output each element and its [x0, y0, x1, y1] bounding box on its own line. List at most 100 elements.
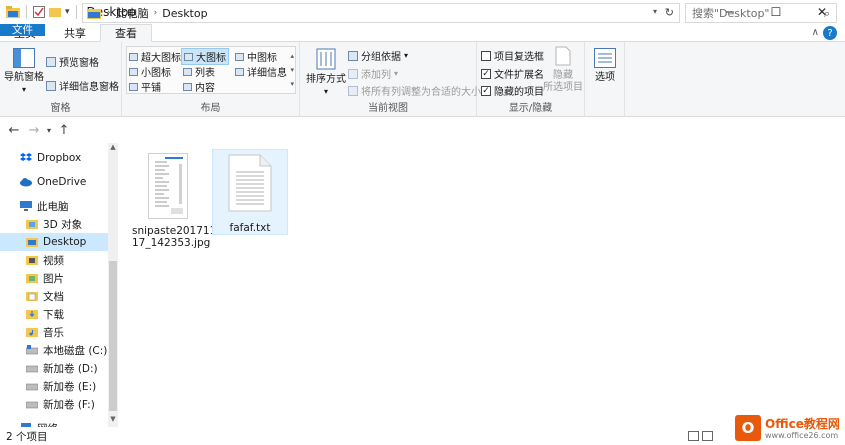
drive-icon — [26, 383, 38, 391]
layout-list[interactable]: 列表 — [183, 64, 215, 79]
layout-small-icons[interactable]: 小图标 — [129, 64, 171, 79]
computer-icon — [20, 201, 32, 211]
layout-label: 超大图标 — [141, 53, 181, 64]
nav-item-drive-e[interactable]: 新加卷 (E:) — [0, 377, 108, 395]
layout-details[interactable]: 详细信息 — [235, 64, 287, 79]
tab-file[interactable]: 文件 — [0, 24, 45, 36]
ribbon-collapse-chevron-icon[interactable]: ∧ — [812, 27, 819, 38]
ribbon-tabs: 文件 主页 共享 查看 ∧ ? — [0, 24, 845, 42]
downloads-folder-icon — [26, 310, 38, 319]
layout-large-icons[interactable]: 大图标 — [181, 48, 229, 65]
search-box[interactable]: 搜索"Desktop" ⌕ — [685, 3, 837, 23]
nav-label: Dropbox — [37, 152, 82, 164]
add-column-button[interactable]: 添加列 ▾ — [348, 66, 398, 81]
sort-by-button[interactable]: 排序方式 ▾ — [304, 48, 348, 98]
search-input[interactable]: 搜索"Desktop" — [692, 5, 769, 21]
breadcrumb-desktop[interactable]: Desktop — [162, 7, 207, 20]
nav-item-drive-d[interactable]: 新加卷 (D:) — [0, 359, 108, 377]
hidden-items-toggle[interactable]: ✓ 隐藏的项目 — [481, 83, 544, 98]
image-thumbnail-icon — [149, 154, 187, 218]
layout-extra-large-icons[interactable]: 超大图标 — [129, 49, 181, 64]
scroll-up-arrow-icon[interactable]: ▲ — [108, 143, 118, 155]
hide-selected-button[interactable]: 隐藏 所选项目 — [543, 46, 583, 94]
item-checkboxes-toggle[interactable]: 项目复选框 — [481, 48, 544, 63]
nav-item-videos[interactable]: 视频 — [0, 251, 108, 269]
group-by-icon — [348, 50, 358, 61]
forward-arrow-icon[interactable]: → — [24, 123, 44, 138]
cloud-icon — [20, 178, 32, 187]
drive-icon — [26, 401, 38, 409]
nav-label: 文档 — [43, 290, 64, 303]
chevron-down-icon: ▾ — [394, 69, 399, 78]
file-item-snipaste[interactable]: snipaste201711 17_142353.jpg — [132, 149, 216, 253]
nav-pane-button[interactable]: 导航窗格 ▾ — [4, 48, 44, 96]
scroll-down-arrow-icon[interactable]: ▼ — [108, 415, 118, 427]
options-button[interactable]: 选项 — [589, 48, 621, 84]
this-pc-icon — [87, 9, 101, 19]
group-by-button[interactable]: 分组依据 ▾ — [348, 48, 408, 63]
search-icon[interactable]: ⌕ — [824, 7, 830, 21]
details-pane-button[interactable]: 详细信息窗格 — [46, 78, 119, 93]
nav-item-drive-c[interactable]: 本地磁盘 (C:) — [0, 341, 108, 359]
documents-folder-icon — [26, 292, 38, 301]
address-dropdown-chevron-icon[interactable]: ▾ — [653, 7, 657, 16]
video-folder-icon — [26, 256, 38, 265]
group-by-label: 分组依据 — [361, 52, 401, 63]
nav-item-drive-f[interactable]: 新加卷 (F:) — [0, 395, 108, 413]
nav-label: 音乐 — [43, 326, 64, 339]
chevron-down-icon: ▾ — [404, 51, 409, 60]
tab-view[interactable]: 查看 — [100, 24, 152, 42]
breadcrumb-this-pc[interactable]: 此电脑 — [116, 5, 149, 21]
nav-scrollbar[interactable]: ▲ ▼ — [108, 143, 118, 427]
file-name: 17_142353.jpg — [132, 237, 211, 249]
medium-icons-icon — [235, 52, 244, 61]
details-view-icon[interactable] — [688, 431, 699, 441]
up-arrow-icon[interactable]: ↑ — [54, 123, 74, 138]
group-panes: 导航窗格 ▾ 预览窗格 详细信息窗格 窗格 — [0, 42, 122, 117]
large-icons-view-icon[interactable] — [702, 431, 713, 441]
file-extensions-checkbox[interactable]: ✓ — [481, 68, 491, 79]
properties-icon[interactable] — [33, 6, 45, 18]
tab-share[interactable]: 共享 — [50, 24, 100, 41]
breadcrumb-chevron-icon[interactable]: › — [107, 8, 111, 18]
back-arrow-icon[interactable]: ← — [4, 123, 24, 138]
dropbox-icon — [20, 153, 32, 161]
breadcrumb-chevron-icon[interactable]: › — [154, 8, 158, 18]
add-column-label: 添加列 — [361, 70, 391, 81]
file-extensions-toggle[interactable]: ✓ 文件扩展名 — [481, 66, 544, 81]
nav-item-music[interactable]: 音乐 — [0, 323, 108, 341]
fit-columns-button[interactable]: 将所有列调整为合适的大小 — [348, 83, 481, 98]
chevron-down-icon: ▾ — [21, 85, 26, 94]
help-icon[interactable]: ? — [823, 26, 837, 40]
recent-locations-chevron-icon[interactable]: ▾ — [44, 126, 54, 135]
layout-tiles[interactable]: 平铺 — [129, 79, 161, 94]
item-checkboxes-checkbox[interactable] — [481, 50, 491, 61]
nav-item-documents[interactable]: 文档 — [0, 287, 108, 305]
nav-item-dropbox[interactable]: Dropbox — [0, 149, 108, 167]
refresh-icon[interactable]: ↻ — [665, 6, 674, 19]
layout-label: 内容 — [195, 83, 215, 94]
drive-icon — [26, 365, 38, 373]
address-bar[interactable]: › 此电脑 › Desktop ▾ ↻ — [82, 3, 680, 23]
fit-columns-icon — [348, 85, 358, 96]
layout-content[interactable]: 内容 — [183, 79, 215, 94]
nav-item-downloads[interactable]: 下载 — [0, 305, 108, 323]
layout-medium-icons[interactable]: 中图标 — [235, 49, 277, 64]
large-icons-icon — [184, 52, 193, 61]
nav-item-pictures[interactable]: 图片 — [0, 269, 108, 287]
nav-item-3d-objects[interactable]: 3D 对象 — [0, 215, 108, 233]
nav-item-network[interactable]: 网络 — [0, 419, 108, 427]
scroll-thumb[interactable] — [109, 261, 117, 411]
new-folder-icon[interactable] — [49, 6, 61, 18]
file-item-fafaf[interactable]: fafaf.txt — [212, 149, 288, 235]
preview-pane-button[interactable]: 预览窗格 — [46, 54, 99, 69]
gallery-scroll-icon[interactable]: ▴ ▾ ▾ — [290, 49, 294, 91]
hidden-items-checkbox[interactable]: ✓ — [481, 85, 491, 96]
nav-label: 本地磁盘 (C:) — [43, 344, 108, 357]
nav-item-this-pc[interactable]: 此电脑 — [0, 197, 108, 215]
nav-item-onedrive[interactable]: OneDrive — [0, 173, 108, 191]
drive-icon — [26, 345, 38, 355]
customize-qat-chevron-icon[interactable]: ▾ — [65, 7, 70, 17]
nav-item-desktop[interactable]: Desktop — [0, 233, 108, 251]
sort-by-label: 排序方式 — [306, 74, 346, 85]
